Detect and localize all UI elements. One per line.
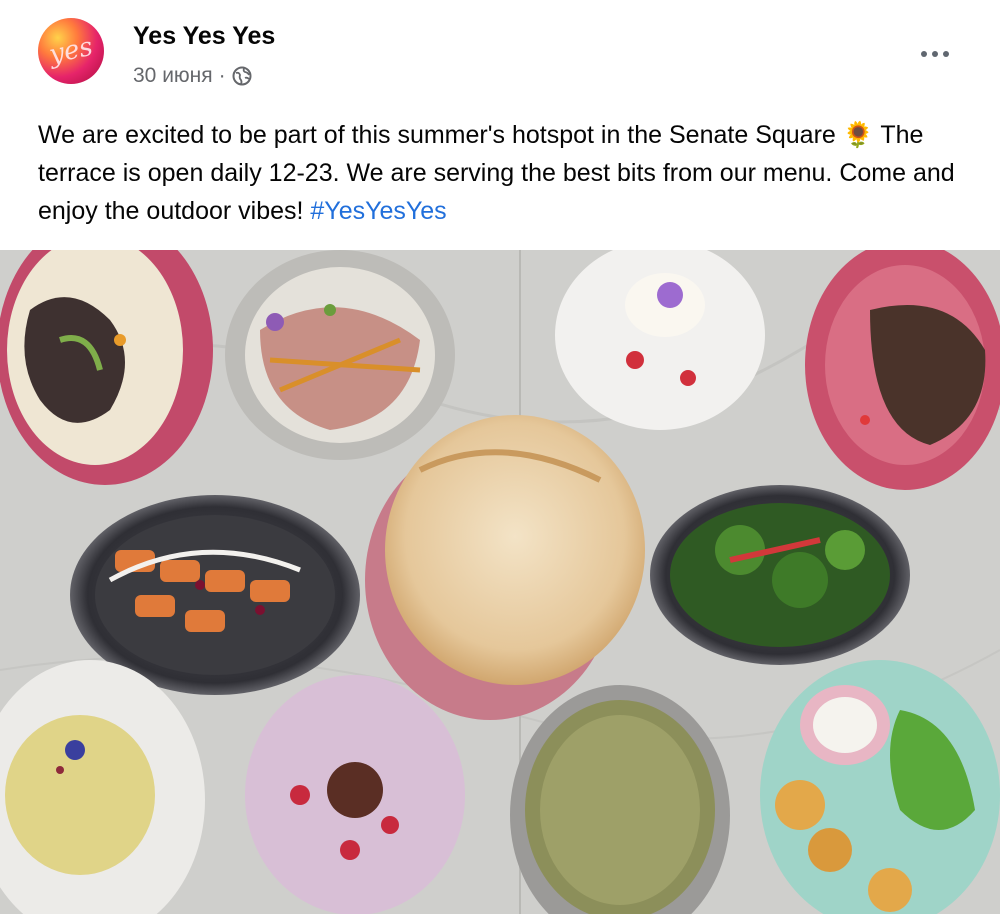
post-date-link[interactable]: 30 июня [133, 64, 213, 88]
meta-separator: · [218, 64, 226, 87]
facebook-post: yes Yes Yes Yes 30 июня · We are excited… [0, 0, 1000, 914]
post-meta: 30 июня · [133, 64, 252, 88]
more-options-icon[interactable] [915, 40, 955, 68]
food-photo[interactable] [0, 250, 1000, 914]
post-header: yes Yes Yes Yes 30 июня · [0, 0, 1000, 110]
page-name-link[interactable]: Yes Yes Yes [133, 22, 275, 51]
globe-icon[interactable] [232, 66, 252, 86]
post-text: We are excited to be part of this summer… [38, 116, 968, 230]
page-avatar[interactable]: yes [38, 18, 104, 84]
food-photo-illustration [0, 250, 1000, 914]
post-body: We are excited to be part of this summer… [38, 121, 955, 225]
hashtag-link[interactable]: #YesYesYes [310, 197, 446, 225]
avatar-logo-icon: yes [46, 31, 96, 71]
